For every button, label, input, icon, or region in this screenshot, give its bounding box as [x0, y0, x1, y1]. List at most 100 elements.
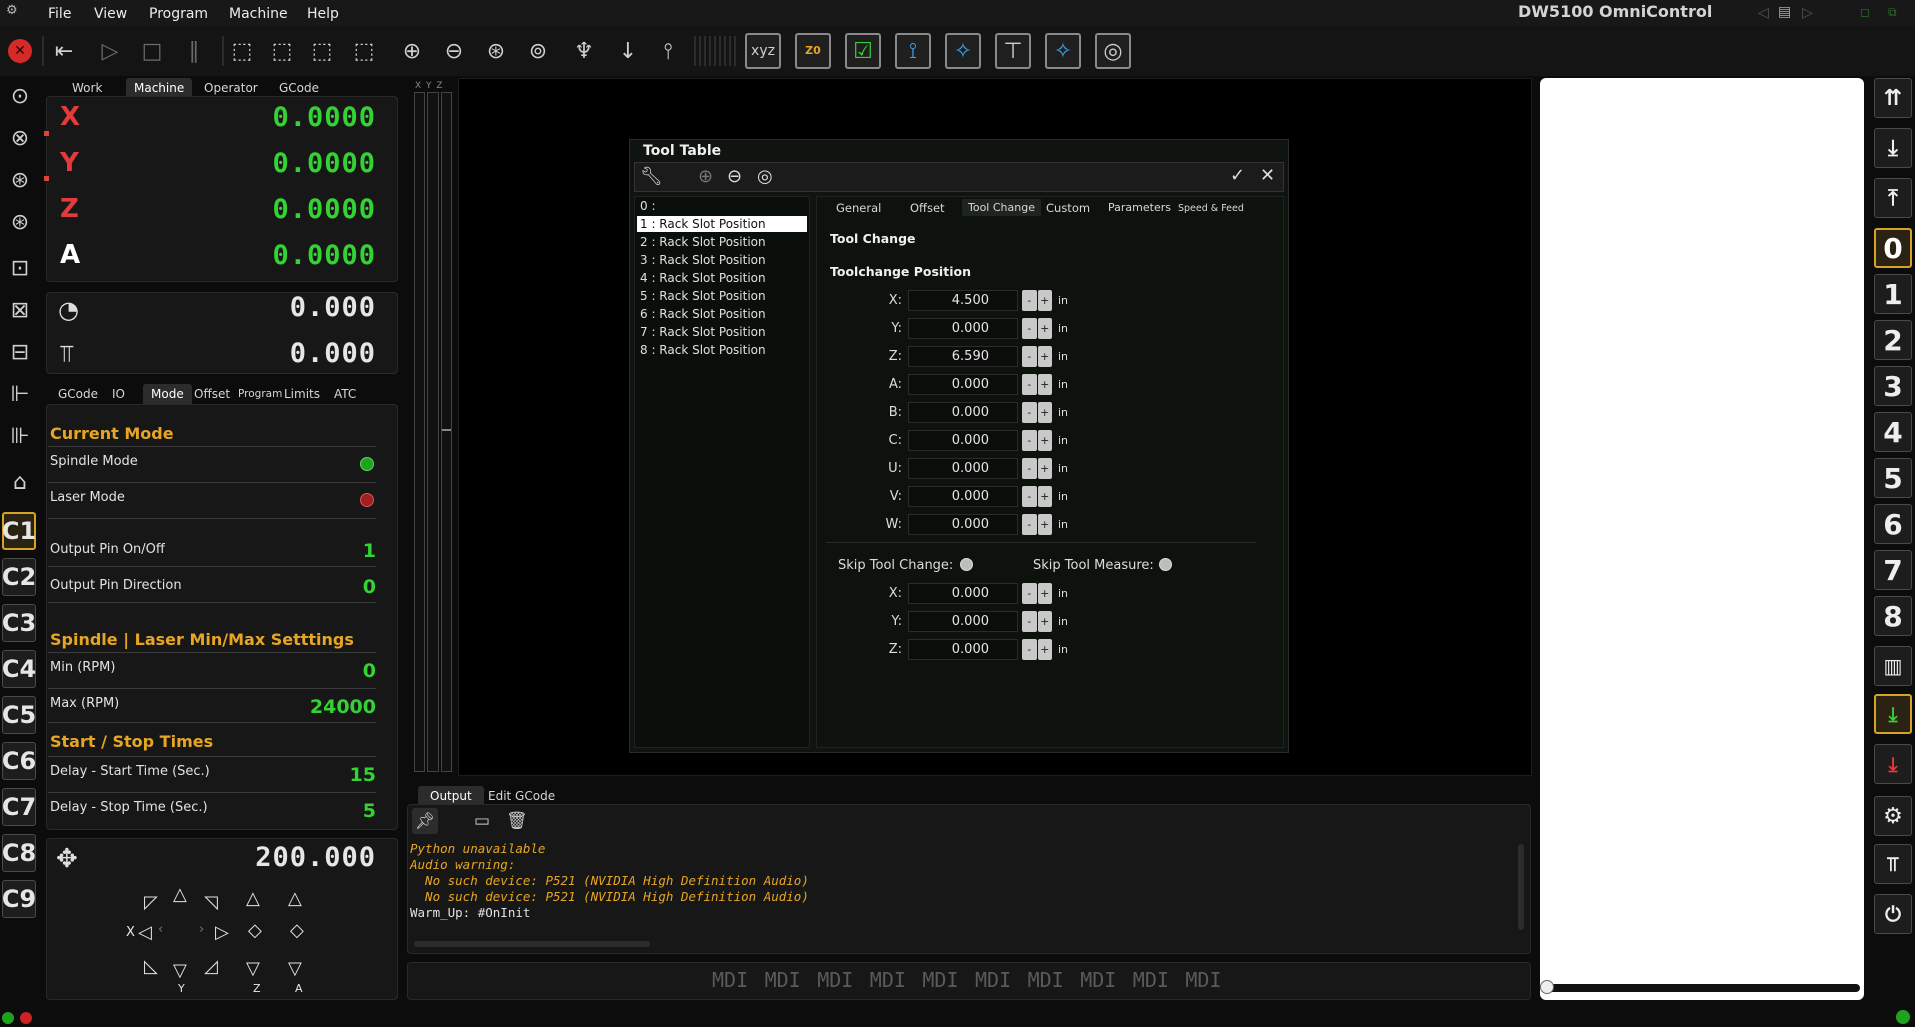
zoom-in-button[interactable]: ⊕	[394, 33, 430, 69]
accept-icon[interactable]: ✓	[1230, 165, 1245, 186]
zoom-fit-button[interactable]: ⊛	[478, 33, 514, 69]
close-icon[interactable]: ✕	[1260, 165, 1275, 186]
probe-button[interactable]: ✧	[945, 33, 981, 69]
axis-label-a[interactable]: A	[60, 240, 80, 270]
jog-xminus-button[interactable]: ◁	[138, 922, 152, 943]
tool-sensor-button[interactable]: ⫪	[1874, 844, 1912, 884]
tab-limits[interactable]: Limits	[276, 384, 328, 404]
increment-button[interactable]: +	[1037, 514, 1052, 535]
jog-z-step-button[interactable]: ◇	[248, 920, 262, 941]
jog-step-value[interactable]: 200.000	[200, 842, 376, 873]
tool-clamp-button[interactable]: ⤒	[1874, 178, 1912, 218]
jog-xplus-yplus-button[interactable]: ◹	[204, 892, 218, 913]
field-input[interactable]: 0.000	[908, 639, 1018, 660]
custom-button-c1[interactable]: C1	[2, 512, 36, 550]
tool-list-item[interactable]: 4 : Rack Slot Position	[637, 270, 807, 286]
tool-slot-8-button[interactable]: 8	[1874, 596, 1912, 636]
copy-icon[interactable]: ▭	[474, 811, 490, 831]
tab-custom[interactable]: Custom	[1040, 199, 1096, 217]
tool-list-item[interactable]: 0 :	[637, 198, 807, 214]
field-input[interactable]: 0.000	[908, 486, 1018, 507]
verify-button[interactable]: ☑	[845, 33, 881, 69]
zero-xy-button[interactable]: ⊠	[0, 292, 40, 328]
load-file-button[interactable]: ⇤	[46, 33, 82, 69]
field-stepper[interactable]: - +	[1022, 639, 1052, 660]
jog-xminus-yplus-button[interactable]: ◸	[144, 892, 158, 913]
mdi-input[interactable]	[407, 962, 1531, 1000]
tool-list-item[interactable]: 3 : Rack Slot Position	[637, 252, 807, 268]
measure-tool-button[interactable]: ⤓	[1874, 694, 1912, 734]
custom-button-c4[interactable]: C4	[2, 650, 36, 688]
spindle-up-button[interactable]: ⇈	[1874, 78, 1912, 118]
tool-list-item[interactable]: 2 : Rack Slot Position	[637, 234, 807, 250]
decrement-button[interactable]: -	[1022, 346, 1037, 367]
max-rpm-value[interactable]: 24000	[260, 696, 376, 718]
increment-button[interactable]: +	[1037, 486, 1052, 507]
skip-tool-change-radio[interactable]	[960, 558, 973, 571]
field-stepper[interactable]: - +	[1022, 290, 1052, 311]
field-input[interactable]: 0.000	[908, 611, 1018, 632]
tool-measure-button[interactable]: ⫯	[650, 33, 686, 69]
tool-path-button[interactable]: ↓	[610, 33, 646, 69]
decrement-button[interactable]: -	[1022, 514, 1037, 535]
tab-general[interactable]: General	[830, 199, 887, 217]
tool-list-item[interactable]: 8 : Rack Slot Position	[637, 342, 807, 358]
cycle-stop-button[interactable]: □	[134, 33, 170, 69]
home-all-button[interactable]: ⊙	[0, 78, 40, 114]
tool-slot-6-button[interactable]: 6	[1874, 504, 1912, 544]
jog-xminus-yminus-button[interactable]: ◺	[144, 956, 158, 977]
tool-list-item[interactable]: 1 : Rack Slot Position	[637, 216, 807, 232]
tab-io[interactable]: IO	[104, 384, 133, 404]
restore-icon[interactable]: ⧉	[1888, 5, 1897, 20]
output-hscrollbar[interactable]	[414, 941, 650, 947]
field-input[interactable]: 0.000	[908, 318, 1018, 339]
trash-icon[interactable]: 🗑︎	[506, 811, 528, 831]
increment-button[interactable]: +	[1037, 318, 1052, 339]
increment-button[interactable]: +	[1037, 402, 1052, 423]
laser-button[interactable]: ⟟	[895, 33, 931, 69]
increment-button[interactable]: +	[1037, 583, 1052, 604]
tab-machine[interactable]: Machine	[126, 78, 193, 98]
field-stepper[interactable]: - +	[1022, 374, 1052, 395]
view-iso-button[interactable]: ⬚	[224, 33, 260, 69]
tab-gcode-mode[interactable]: GCode	[50, 384, 106, 404]
zero-z-button[interactable]: ⊟	[0, 334, 40, 370]
custom-button-c8[interactable]: C8	[2, 834, 36, 872]
field-stepper[interactable]: - +	[1022, 458, 1052, 479]
field-stepper[interactable]: - +	[1022, 430, 1052, 451]
decrement-button[interactable]: -	[1022, 583, 1037, 604]
output-pin-onoff-value[interactable]: 1	[300, 540, 376, 562]
field-stepper[interactable]: - +	[1022, 346, 1052, 367]
menu-program[interactable]: Program	[149, 6, 208, 22]
rack-button[interactable]: ▥	[1874, 646, 1912, 686]
field-stepper[interactable]: - +	[1022, 318, 1052, 339]
tool-list-item[interactable]: 7 : Rack Slot Position	[637, 324, 807, 340]
cycle-start-button[interactable]: ▷	[92, 33, 128, 69]
skip-tool-measure-radio[interactable]	[1159, 558, 1172, 571]
menu-help[interactable]: Help	[307, 6, 339, 22]
output-vscrollbar[interactable]	[1518, 844, 1524, 930]
tab-output[interactable]: Output	[418, 786, 484, 806]
increment-button[interactable]: +	[1037, 374, 1052, 395]
decrement-button[interactable]: -	[1022, 318, 1037, 339]
zero-reset-button[interactable]: Z0	[795, 33, 831, 69]
jog-aplus-button[interactable]: △	[288, 888, 302, 909]
touch-off-button[interactable]: ✧	[1045, 33, 1081, 69]
list-icon[interactable]: ▤	[1778, 4, 1791, 20]
tool-list-item[interactable]: 6 : Rack Slot Position	[637, 306, 807, 322]
tool-slot-3-button[interactable]: 3	[1874, 366, 1912, 406]
dro-value-a[interactable]: 0.0000	[200, 240, 376, 271]
increment-button[interactable]: +	[1037, 430, 1052, 451]
axis-label-x[interactable]: X	[60, 102, 80, 132]
custom-button-c6[interactable]: C6	[2, 742, 36, 780]
laser-mode-led[interactable]	[360, 493, 374, 507]
camera-slider[interactable]	[1546, 984, 1860, 992]
jog-xplus-yminus-button[interactable]: ◿	[204, 956, 218, 977]
zoom-extents-button[interactable]: ⊚	[520, 33, 556, 69]
target-tool-icon[interactable]: ◎	[757, 166, 773, 187]
atc-settings-button[interactable]: ⚙	[1874, 796, 1912, 836]
increment-button[interactable]: +	[1037, 458, 1052, 479]
field-input[interactable]: 6.590	[908, 346, 1018, 367]
menu-file[interactable]: File	[48, 6, 71, 22]
decrement-button[interactable]: -	[1022, 611, 1037, 632]
